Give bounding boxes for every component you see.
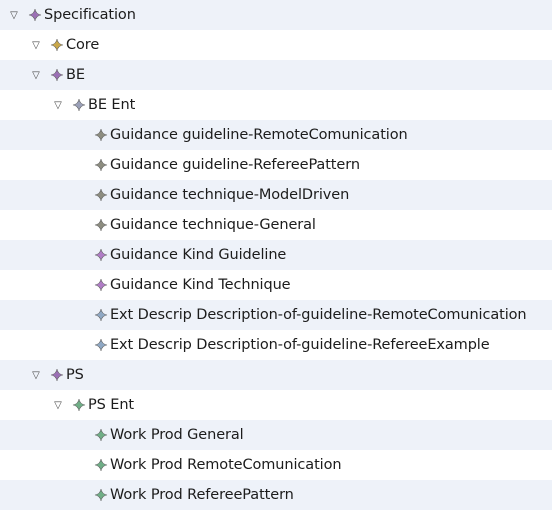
tree-item[interactable]: Guidance Kind Technique [0, 270, 552, 300]
diamond-node-icon [50, 368, 64, 382]
tree-item[interactable]: ▽ Specification [0, 0, 552, 30]
diamond-node-icon [94, 248, 108, 262]
tree-item[interactable]: ▽ Core [0, 30, 552, 60]
tree-item[interactable]: Guidance guideline-RemoteComunication [0, 120, 552, 150]
diamond-node-icon [94, 458, 108, 472]
diamond-node-icon [50, 68, 64, 82]
tree-item-label: Guidance technique-General [110, 217, 316, 233]
tree-item-label: Guidance Kind Guideline [110, 247, 287, 263]
tree-item-label: Specification [44, 7, 136, 23]
diamond-node-icon [94, 338, 108, 352]
diamond-node-icon [94, 278, 108, 292]
diamond-node-icon [94, 308, 108, 322]
tree-item[interactable]: ▽ PS [0, 360, 552, 390]
tree-item[interactable]: Ext Descrip Description-of-guideline-Rem… [0, 300, 552, 330]
diamond-node-icon [94, 218, 108, 232]
tree-item-label: Work Prod RemoteComunication [110, 457, 342, 473]
tree-item-label: PS Ent [88, 397, 134, 413]
diamond-node-icon [94, 158, 108, 172]
tree-item[interactable]: Guidance technique-ModelDriven [0, 180, 552, 210]
expand-toggle-icon[interactable]: ▽ [30, 360, 42, 390]
expand-toggle-icon[interactable]: ▽ [8, 0, 20, 30]
diamond-node-icon [72, 98, 86, 112]
tree-item-label: PS [66, 367, 84, 383]
expand-toggle-icon[interactable]: ▽ [52, 390, 64, 420]
tree-item-label: Guidance guideline-RemoteComunication [110, 127, 408, 143]
tree-item-label: Guidance technique-ModelDriven [110, 187, 350, 203]
tree-item[interactable]: Work Prod RefereePattern [0, 480, 552, 510]
tree-item-label: Work Prod RefereePattern [110, 487, 294, 503]
diamond-node-icon [94, 488, 108, 502]
tree-item[interactable]: Ext Descrip Description-of-guideline-Ref… [0, 330, 552, 360]
tree-item[interactable]: Guidance guideline-RefereePattern [0, 150, 552, 180]
tree-item[interactable]: Guidance Kind Guideline [0, 240, 552, 270]
model-tree-view[interactable]: ▽ Specification ▽ Core ▽ BE ▽ BE Ent Guidance gu… [0, 0, 552, 512]
tree-item[interactable]: ▽ PS Ent [0, 390, 552, 420]
diamond-node-icon [94, 428, 108, 442]
tree-item[interactable]: ▽ BE [0, 60, 552, 90]
tree-item-label: BE Ent [88, 97, 136, 113]
diamond-node-icon [94, 128, 108, 142]
tree-item[interactable]: Work Prod General [0, 420, 552, 450]
expand-toggle-icon[interactable]: ▽ [30, 30, 42, 60]
tree-item-label: Work Prod General [110, 427, 244, 443]
tree-item-label: BE [66, 67, 85, 83]
expand-toggle-icon[interactable]: ▽ [52, 90, 64, 120]
tree-item-label: Guidance Kind Technique [110, 277, 291, 293]
tree-item-label: Core [66, 37, 100, 53]
tree-item[interactable]: ▽ BE Ent [0, 90, 552, 120]
expand-toggle-icon[interactable]: ▽ [30, 60, 42, 90]
diamond-node-icon [72, 398, 86, 412]
tree-item-label: Ext Descrip Description-of-guideline-Rem… [110, 307, 527, 323]
tree-item-label: Guidance guideline-RefereePattern [110, 157, 360, 173]
tree-item[interactable]: Work Prod RemoteComunication [0, 450, 552, 480]
tree-item-label: Ext Descrip Description-of-guideline-Ref… [110, 337, 490, 353]
diamond-node-icon [28, 8, 42, 22]
diamond-node-icon [50, 38, 64, 52]
tree-item[interactable]: Guidance technique-General [0, 210, 552, 240]
diamond-node-icon [94, 188, 108, 202]
